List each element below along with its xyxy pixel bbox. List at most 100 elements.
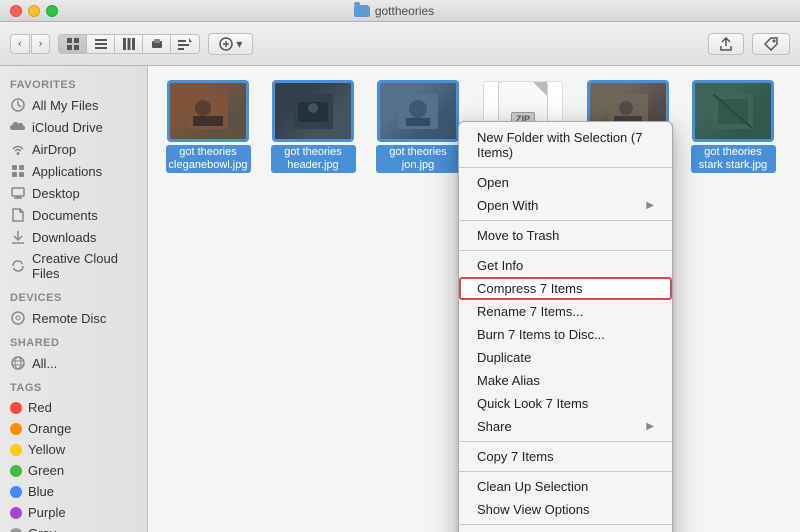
- menu-item-open[interactable]: Open: [459, 171, 672, 194]
- menu-separator: [459, 167, 672, 168]
- close-button[interactable]: [10, 5, 22, 17]
- image-preview: [170, 83, 246, 139]
- main-layout: Favorites All My Files iCloud Drive AirD…: [0, 66, 800, 532]
- sidebar-item-airdrop[interactable]: AirDrop: [0, 138, 147, 160]
- sidebar-item-icloud[interactable]: iCloud Drive: [0, 116, 147, 138]
- menu-separator: [459, 471, 672, 472]
- menu-item-tags[interactable]: Tags...: [459, 528, 672, 532]
- menu-item-new-folder[interactable]: New Folder with Selection (7 Items): [459, 126, 672, 164]
- tag-label: Green: [28, 463, 64, 478]
- sidebar-item-remote-disc[interactable]: Remote Disc: [0, 307, 147, 329]
- menu-item-label: New Folder with Selection (7 Items): [477, 130, 654, 160]
- tags-label: Tags: [0, 374, 147, 397]
- view-controls: [58, 34, 200, 54]
- menu-item-burn[interactable]: Burn 7 Items to Disc...: [459, 323, 672, 346]
- sidebar-item-yellow[interactable]: Yellow: [0, 439, 147, 460]
- share-button[interactable]: [708, 33, 744, 55]
- menu-item-move-to-trash[interactable]: Move to Trash: [459, 224, 672, 247]
- sidebar-item-applications[interactable]: Applications: [0, 160, 147, 182]
- sidebar-item-green[interactable]: Green: [0, 460, 147, 481]
- sidebar-item-label: Documents: [32, 208, 98, 223]
- menu-item-make-alias[interactable]: Make Alias: [459, 369, 672, 392]
- menu-item-label: Move to Trash: [477, 228, 559, 243]
- tag-label: Red: [28, 400, 52, 415]
- green-dot: [10, 465, 22, 477]
- menu-item-share[interactable]: Share ▶: [459, 415, 672, 438]
- shared-label: Shared: [0, 329, 147, 352]
- file-item[interactable]: got theories header.jpg: [268, 81, 358, 187]
- arrange-button[interactable]: [171, 35, 199, 53]
- menu-item-label: Copy 7 Items: [477, 449, 554, 464]
- tag-button[interactable]: [752, 33, 790, 55]
- sidebar-item-all-my-files[interactable]: All My Files: [0, 94, 147, 116]
- red-dot: [10, 402, 22, 414]
- content-area: got theories cleganebowl.jpg got theorie…: [148, 66, 800, 532]
- menu-item-quick-look[interactable]: Quick Look 7 Items: [459, 392, 672, 415]
- sidebar-item-label: Downloads: [32, 230, 96, 245]
- sidebar-item-desktop[interactable]: Desktop: [0, 182, 147, 204]
- menu-item-label: Rename 7 Items...: [477, 304, 583, 319]
- menu-item-copy[interactable]: Copy 7 Items: [459, 445, 672, 468]
- disc-icon: [10, 310, 26, 326]
- titlebar: gottheories: [0, 0, 800, 22]
- desktop-icon: [10, 185, 26, 201]
- purple-dot: [10, 507, 22, 519]
- menu-item-clean-up[interactable]: Clean Up Selection: [459, 475, 672, 498]
- menu-item-open-with[interactable]: Open With ▶: [459, 194, 672, 217]
- back-button[interactable]: ‹: [10, 34, 30, 54]
- sidebar-item-label: All...: [32, 356, 57, 371]
- sidebar-item-red[interactable]: Red: [0, 397, 147, 418]
- menu-item-get-info[interactable]: Get Info: [459, 254, 672, 277]
- menu-item-label: Show View Options: [477, 502, 590, 517]
- file-label: got theories cleganebowl.jpg: [166, 145, 251, 173]
- file-item[interactable]: got theories stark stark.jpg: [688, 81, 778, 187]
- sidebar-item-blue[interactable]: Blue: [0, 481, 147, 502]
- image-preview: [275, 83, 351, 139]
- sidebar-item-gray[interactable]: Gray: [0, 523, 147, 532]
- toolbar: ‹ › ▾: [0, 22, 800, 66]
- menu-item-label: Share: [477, 419, 512, 434]
- sidebar-item-downloads[interactable]: Downloads: [0, 226, 147, 248]
- wifi-icon: [10, 141, 26, 157]
- menu-item-duplicate[interactable]: Duplicate: [459, 346, 672, 369]
- menu-item-label: Clean Up Selection: [477, 479, 588, 494]
- file-item[interactable]: got theories cleganebowl.jpg: [163, 81, 253, 187]
- sidebar-item-label: Creative Cloud Files: [32, 251, 137, 281]
- zip-corner: [533, 82, 547, 96]
- menu-item-view-options[interactable]: Show View Options: [459, 498, 672, 521]
- menu-item-rename[interactable]: Rename 7 Items...: [459, 300, 672, 323]
- image-preview: [695, 83, 771, 139]
- sidebar-item-label: Desktop: [32, 186, 80, 201]
- menu-item-label: Compress 7 Items: [477, 281, 582, 296]
- folder-icon: [354, 5, 370, 17]
- cc-icon: [10, 258, 26, 274]
- list-view-button[interactable]: [87, 35, 115, 53]
- sidebar-item-all[interactable]: All...: [0, 352, 147, 374]
- sidebar-item-orange[interactable]: Orange: [0, 418, 147, 439]
- blue-dot: [10, 486, 22, 498]
- applications-icon: [10, 163, 26, 179]
- file-label: got theories stark stark.jpg: [691, 145, 776, 173]
- sidebar-item-creative-cloud[interactable]: Creative Cloud Files: [0, 248, 147, 284]
- menu-item-compress[interactable]: Compress 7 Items: [459, 277, 672, 300]
- nav-buttons: ‹ ›: [10, 34, 50, 54]
- sidebar-item-label: Remote Disc: [32, 311, 106, 326]
- forward-button[interactable]: ›: [31, 34, 51, 54]
- menu-separator: [459, 441, 672, 442]
- devices-label: Devices: [0, 284, 147, 307]
- action-button[interactable]: ▾: [208, 33, 253, 55]
- column-view-button[interactable]: [115, 35, 143, 53]
- sidebar-item-documents[interactable]: Documents: [0, 204, 147, 226]
- file-item[interactable]: got theories jon.jpg: [373, 81, 463, 187]
- yellow-dot: [10, 444, 22, 456]
- clock-icon: [10, 97, 26, 113]
- cover-view-button[interactable]: [143, 35, 171, 53]
- image-preview: [380, 83, 456, 139]
- menu-item-label: Open With: [477, 198, 538, 213]
- minimize-button[interactable]: [28, 5, 40, 17]
- sidebar-item-purple[interactable]: Purple: [0, 502, 147, 523]
- menu-item-label: Make Alias: [477, 373, 540, 388]
- tag-label: Purple: [28, 505, 66, 520]
- maximize-button[interactable]: [46, 5, 58, 17]
- icon-view-button[interactable]: [59, 35, 87, 53]
